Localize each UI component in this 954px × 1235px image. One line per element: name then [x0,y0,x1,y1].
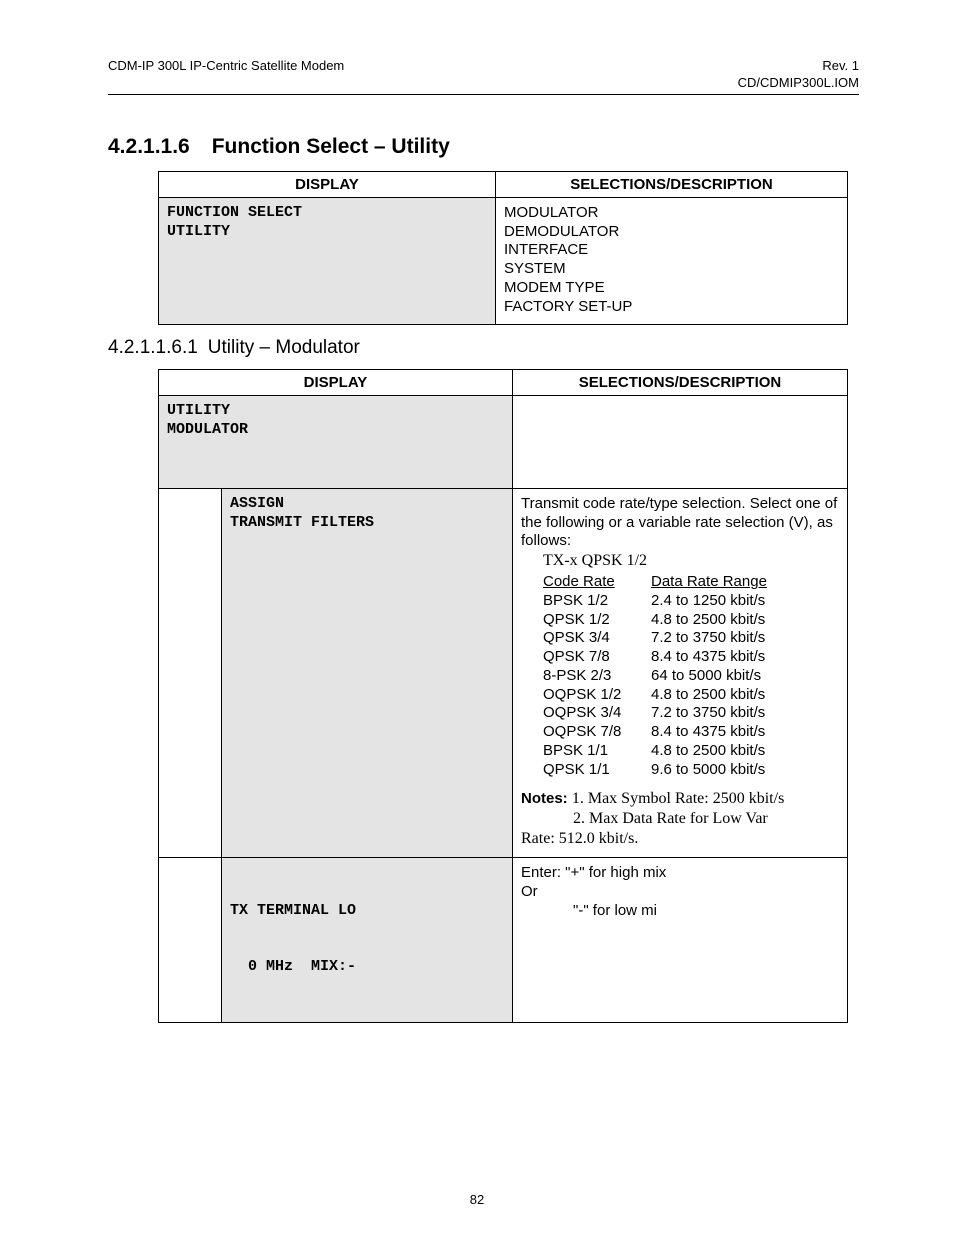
rate-row: QPSK 1/24.8 to 2500 kbit/s [543,611,839,630]
desc-intro: Transmit code rate/type selection. Selec… [521,495,839,551]
col-header-selections: SELECTIONS/DESCRIPTION [496,171,848,197]
rate-range: 2.4 to 1250 kbit/s [651,592,765,611]
rate-header-code: Code Rate [543,573,651,592]
col-header-display: DISPLAY [159,171,496,197]
rate-code: OQPSK 3/4 [543,704,651,723]
page-number: 82 [0,1192,954,1207]
note-2b: Rate: 512.0 kbit/s. [521,829,839,849]
display-line: UTILITY [167,223,487,242]
rate-code: BPSK 1/1 [543,742,651,761]
rate-row: QPSK 7/88.4 to 4375 kbit/s [543,648,839,667]
display-line: TX TERMINAL LO [230,902,504,921]
display-line: TRANSMIT FILTERS [230,514,504,533]
note-2a: 2. Max Data Rate for Low Var [573,809,839,829]
display-cell-utility-modulator: UTILITY MODULATOR [159,396,513,489]
subsection-title: Utility – Modulator [208,337,360,358]
display-line: UTILITY [167,402,504,421]
function-select-table: DISPLAY SELECTIONS/DESCRIPTION FUNCTION … [158,171,848,326]
col-header-selections: SELECTIONS/DESCRIPTION [513,370,848,396]
rate-code: BPSK 1/2 [543,592,651,611]
desc-example: TX-x QPSK 1/2 [543,551,839,571]
notes-block: Notes: 1. Max Symbol Rate: 2500 kbit/s 2… [521,789,839,849]
rate-range: 7.2 to 3750 kbit/s [651,629,765,648]
display-cell-tx-terminal: TX TERMINAL LO 0 MHz MIX:- [222,858,513,1023]
subsection-heading-modulator: 4.2.1.1.6.1 Utility – Modulator [108,337,859,359]
utility-modulator-table: DISPLAY SELECTIONS/DESCRIPTION UTILITY M… [158,369,848,1023]
rate-header-range: Data Rate Range [651,573,767,592]
note-1: 1. Max Symbol Rate: 2500 kbit/s [572,790,784,807]
indent-cell [159,858,222,1023]
rate-range: 9.6 to 5000 kbit/s [651,761,765,780]
header-rev: Rev. 1 [738,58,859,75]
section-title: Function Select – Utility [212,135,450,158]
rate-code: QPSK 1/1 [543,761,651,780]
selection-item: INTERFACE [504,241,839,260]
header-rule [108,94,859,95]
rate-row: BPSK 1/14.8 to 2500 kbit/s [543,742,839,761]
rate-table: Code Rate Data Rate Range BPSK 1/22.4 to… [543,573,839,779]
rate-row: QPSK 3/47.2 to 3750 kbit/s [543,629,839,648]
indent-cell [159,488,222,858]
rate-row: OQPSK 1/24.8 to 2500 kbit/s [543,686,839,705]
rate-code: QPSK 7/8 [543,648,651,667]
desc-line: "-" for low mi [573,902,839,921]
selection-item: MODULATOR [504,204,839,223]
rate-range: 8.4 to 4375 kbit/s [651,648,765,667]
section-heading-utility: 4.2.1.1.6 Function Select – Utility [108,135,859,159]
rate-range: 4.8 to 2500 kbit/s [651,742,765,761]
rate-code: OQPSK 1/2 [543,686,651,705]
selections-cell: MODULATOR DEMODULATOR INTERFACE SYSTEM M… [496,197,848,325]
display-line: MODULATOR [167,421,504,440]
rate-range: 7.2 to 3750 kbit/s [651,704,765,723]
selection-item: DEMODULATOR [504,223,839,242]
rate-row: OQPSK 7/88.4 to 4375 kbit/s [543,723,839,742]
display-cell-function-select: FUNCTION SELECT UTILITY [159,197,496,325]
rate-range: 64 to 5000 kbit/s [651,667,761,686]
header-doc-id: CD/CDMIP300L.IOM [738,75,859,92]
desc-line: Or [521,883,839,902]
selections-cell-empty [513,396,848,489]
section-number: 4.2.1.1.6 [108,135,190,159]
notes-label: Notes: [521,790,568,807]
rate-row: BPSK 1/22.4 to 1250 kbit/s [543,592,839,611]
rate-code: QPSK 1/2 [543,611,651,630]
selection-item: MODEM TYPE [504,279,839,298]
rate-row: QPSK 1/19.6 to 5000 kbit/s [543,761,839,780]
display-line: 0 MHz MIX:- [230,958,504,977]
page-header: CDM-IP 300L IP-Centric Satellite Modem R… [108,58,859,92]
desc-line: Enter: "+" for high mix [521,864,839,883]
subsection-number: 4.2.1.1.6.1 [108,337,198,359]
display-line: ASSIGN [230,495,504,514]
display-cell-assign-filters: ASSIGN TRANSMIT FILTERS [222,488,513,858]
selections-cell-tx-terminal: Enter: "+" for high mix Or "-" for low m… [513,858,848,1023]
rate-range: 4.8 to 2500 kbit/s [651,611,765,630]
col-header-display: DISPLAY [159,370,513,396]
header-left: CDM-IP 300L IP-Centric Satellite Modem [108,58,344,92]
rate-row: OQPSK 3/47.2 to 3750 kbit/s [543,704,839,723]
selections-cell-assign-filters: Transmit code rate/type selection. Selec… [513,488,848,858]
selection-item: FACTORY SET-UP [504,298,839,317]
rate-range: 8.4 to 4375 kbit/s [651,723,765,742]
rate-code: 8-PSK 2/3 [543,667,651,686]
display-line: FUNCTION SELECT [167,204,487,223]
rate-row: 8-PSK 2/364 to 5000 kbit/s [543,667,839,686]
selection-item: SYSTEM [504,260,839,279]
rate-range: 4.8 to 2500 kbit/s [651,686,765,705]
rate-code: OQPSK 7/8 [543,723,651,742]
rate-code: QPSK 3/4 [543,629,651,648]
